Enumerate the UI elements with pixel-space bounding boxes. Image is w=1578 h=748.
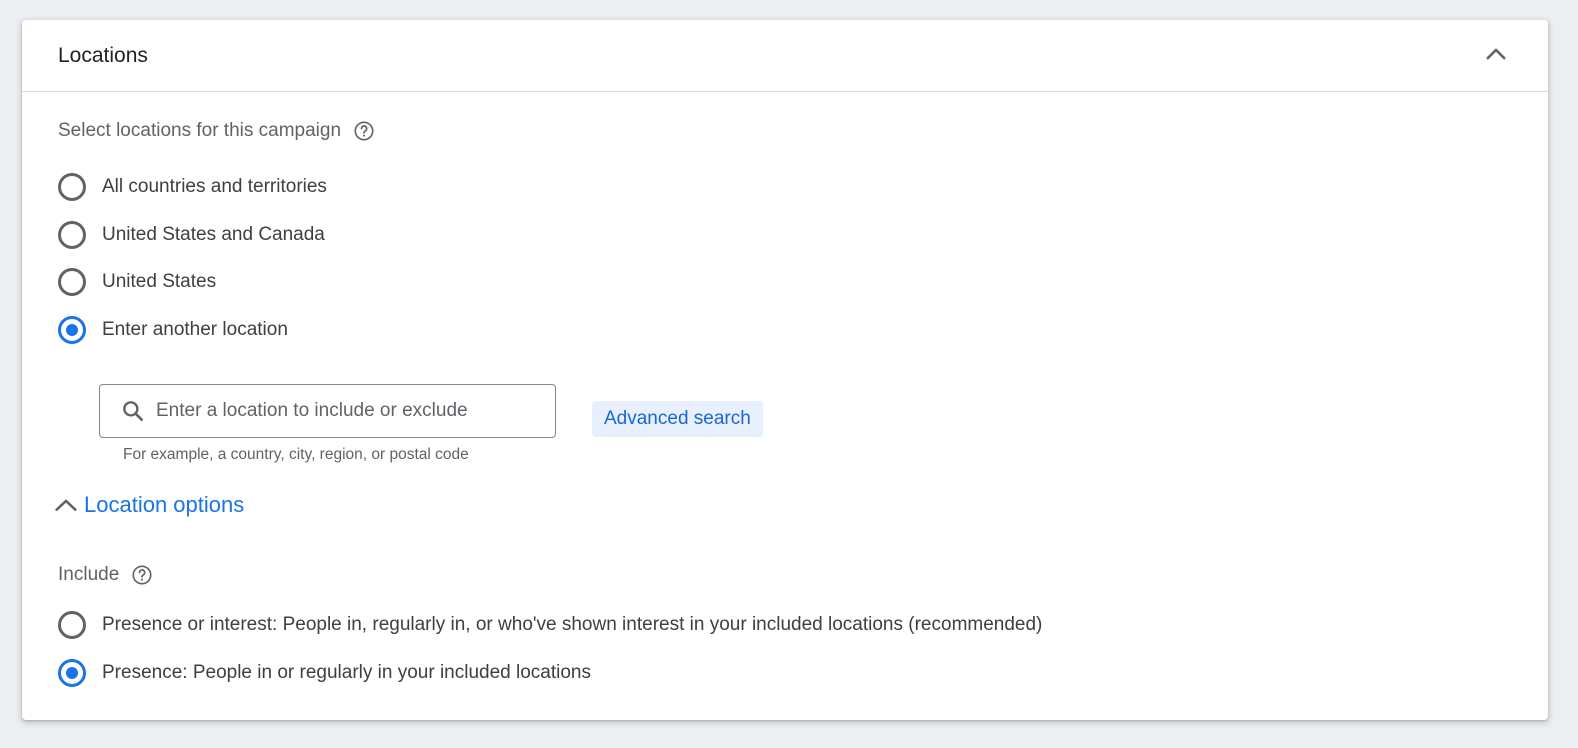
radio-button[interactable] — [58, 268, 86, 296]
chevron-up-icon — [1482, 40, 1510, 73]
card-title: Locations — [58, 44, 148, 67]
radio-button[interactable] — [58, 611, 86, 639]
radio-label: United States and Canada — [102, 224, 325, 245]
include-label: Include — [58, 564, 153, 586]
radio-label: Presence or interest: People in, regular… — [102, 614, 1043, 635]
radio-button[interactable] — [58, 659, 86, 687]
advanced-search-button[interactable]: Advanced search — [592, 401, 763, 437]
radio-all-countries[interactable]: All countries and territories — [58, 173, 327, 201]
location-options-label: Location options — [84, 492, 245, 517]
radio-button[interactable] — [58, 173, 86, 201]
radio-enter-another-location[interactable]: Enter another location — [58, 316, 288, 344]
radio-label: All countries and territories — [102, 176, 327, 197]
radio-presence-or-interest[interactable]: Presence or interest: People in, regular… — [58, 611, 1042, 639]
search-hint: For example, a country, city, region, or… — [123, 446, 469, 463]
radio-label: Presence: People in or regularly in your… — [102, 662, 591, 683]
help-circle-icon[interactable] — [353, 120, 375, 142]
radio-presence[interactable]: Presence: People in or regularly in your… — [58, 659, 591, 687]
location-search-input[interactable] — [156, 400, 536, 422]
radio-button[interactable] — [58, 221, 86, 249]
locations-card: Locations Select locations for this camp… — [22, 20, 1548, 720]
search-icon — [120, 398, 146, 424]
radio-button[interactable] — [58, 316, 86, 344]
help-circle-icon[interactable] — [131, 564, 153, 586]
chevron-up-icon — [52, 491, 80, 519]
radio-label: Enter another location — [102, 319, 288, 340]
radio-label: United States — [102, 271, 217, 292]
location-search-box[interactable] — [99, 384, 556, 438]
collapse-button[interactable] — [1480, 40, 1512, 72]
select-locations-label: Select locations for this campaign — [58, 120, 375, 142]
location-options-toggle[interactable]: Location options — [52, 491, 244, 519]
radio-us-and-canada[interactable]: United States and Canada — [58, 221, 325, 249]
card-header: Locations — [22, 20, 1548, 92]
radio-united-states[interactable]: United States — [58, 268, 216, 296]
